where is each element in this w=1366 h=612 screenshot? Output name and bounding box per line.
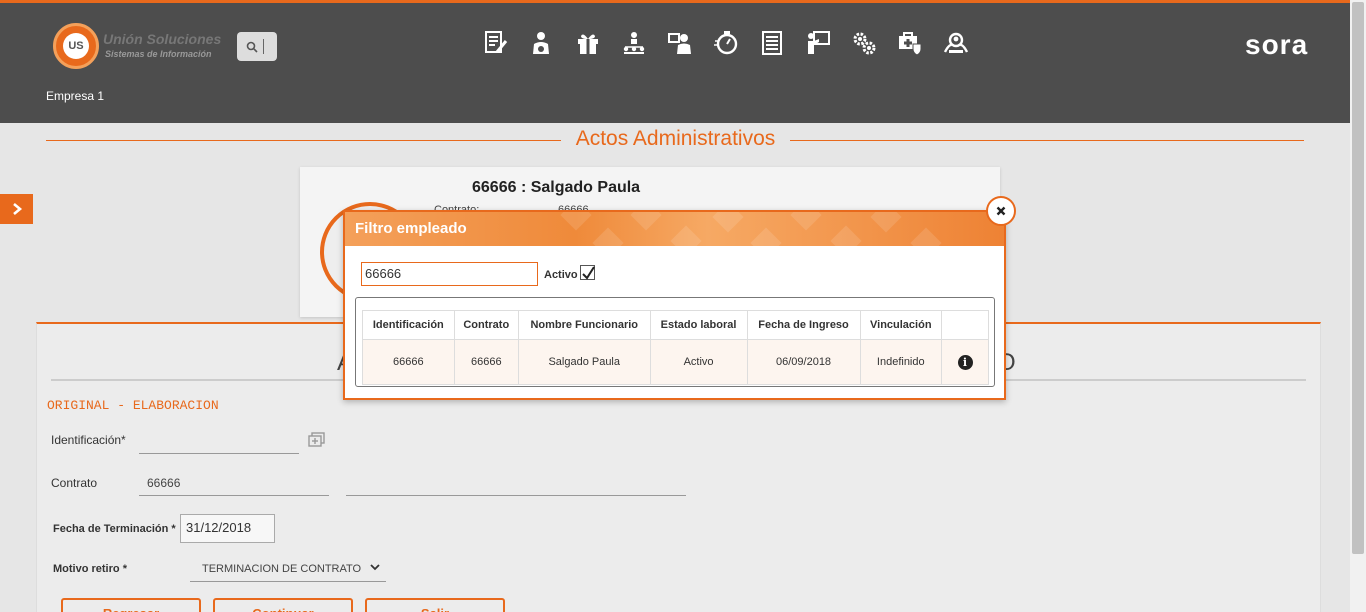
results-table-container: Identificación Contrato Nombre Funcionar… bbox=[355, 297, 995, 387]
col-actions bbox=[941, 310, 989, 340]
required-mark: * bbox=[122, 563, 127, 575]
salir-button[interactable]: Salir bbox=[365, 598, 505, 612]
col-estado-laboral[interactable]: Estado laboral bbox=[649, 310, 748, 340]
list-document-icon[interactable] bbox=[754, 27, 790, 59]
contrato-input[interactable]: 66666 bbox=[147, 476, 180, 490]
contrato-description-underline bbox=[346, 495, 686, 496]
active-checkbox-label: Activo bbox=[544, 269, 578, 281]
chevron-right-icon bbox=[12, 203, 22, 215]
regresar-button[interactable]: Regresar bbox=[61, 598, 201, 612]
fecha-terminacion-input[interactable]: 31/12/2018 bbox=[180, 514, 275, 543]
cell-estado: Activo bbox=[649, 339, 748, 385]
cell-nombre: Salgado Paula bbox=[517, 339, 651, 385]
gift-icon[interactable] bbox=[570, 27, 606, 59]
section-label: ORIGINAL - ELABORACION bbox=[47, 398, 219, 413]
logo-subtitle: Sistemas de Información bbox=[105, 49, 212, 59]
header-search-button[interactable] bbox=[237, 32, 277, 61]
cell-actions: i bbox=[941, 339, 989, 385]
col-identificacion[interactable]: Identificación bbox=[362, 310, 455, 340]
table-row[interactable]: 66666 66666 Salgado Paula Activo 06/09/2… bbox=[362, 339, 989, 385]
employee-search-input[interactable]: 66666 bbox=[361, 262, 538, 286]
fecha-terminacion-label-text: Fecha de Terminación bbox=[53, 523, 169, 535]
col-vinculacion[interactable]: Vinculación bbox=[859, 310, 943, 340]
cell-identificacion: 66666 bbox=[362, 339, 455, 385]
active-checkbox[interactable] bbox=[580, 265, 595, 280]
modal-close-button[interactable] bbox=[986, 196, 1016, 226]
people-search-icon[interactable] bbox=[938, 27, 974, 59]
employee-name: 66666 : Salgado Paula bbox=[472, 179, 641, 196]
employee-filter-modal: Filtro empleado 66666 Activo Identificac… bbox=[343, 210, 1006, 400]
contrato-label: Contrato bbox=[51, 476, 98, 490]
cell-fecha-ingreso: 06/09/2018 bbox=[746, 339, 861, 385]
logo-title: Unión Soluciones bbox=[103, 31, 222, 47]
motivo-retiro-select[interactable]: TERMINACION DE CONTRATO bbox=[190, 556, 386, 582]
document-edit-icon[interactable] bbox=[478, 27, 514, 59]
cell-vinculacion: Indefinido bbox=[859, 339, 943, 385]
chevron-down-icon bbox=[370, 564, 380, 571]
col-nombre-funcionario[interactable]: Nombre Funcionario bbox=[517, 310, 651, 340]
info-icon[interactable]: i bbox=[957, 354, 973, 370]
logo-circle: US bbox=[53, 23, 99, 69]
company-name[interactable]: Empresa 1 bbox=[46, 89, 104, 103]
org-chart-icon[interactable] bbox=[616, 27, 652, 59]
col-fecha-ingreso[interactable]: Fecha de Ingreso bbox=[746, 310, 861, 340]
required-mark: * bbox=[171, 523, 176, 535]
motivo-retiro-value: TERMINACION DE CONTRATO bbox=[202, 563, 362, 575]
table-header-row: Identificación Contrato Nombre Funcionar… bbox=[362, 310, 989, 340]
search-icon bbox=[246, 41, 258, 53]
checkmark-icon bbox=[582, 266, 595, 280]
company-logo[interactable]: US Unión Soluciones Sistemas de Informac… bbox=[53, 23, 233, 73]
modal-title: Filtro empleado bbox=[355, 220, 467, 237]
logo-badge: US bbox=[63, 33, 89, 59]
stopwatch-icon[interactable] bbox=[708, 27, 744, 59]
col-contrato[interactable]: Contrato bbox=[453, 310, 519, 340]
page-title: Actos Administrativos bbox=[575, 127, 776, 150]
modal-header: Filtro empleado bbox=[345, 212, 1004, 246]
employee-results-table: Identificación Contrato Nombre Funcionar… bbox=[362, 310, 989, 385]
motivo-retiro-label: Motivo retiro * bbox=[53, 563, 127, 575]
identificacion-underline bbox=[139, 453, 299, 454]
close-icon bbox=[996, 206, 1006, 216]
title-divider-right bbox=[790, 140, 1304, 141]
title-divider-left bbox=[46, 140, 561, 141]
motivo-retiro-label-text: Motivo retiro bbox=[53, 563, 120, 575]
gears-icon[interactable] bbox=[846, 27, 882, 59]
cell-contrato: 66666 bbox=[453, 339, 519, 385]
identificacion-label: Identificación* bbox=[51, 433, 126, 447]
person-id-icon[interactable] bbox=[662, 27, 698, 59]
brand-text: sora bbox=[1245, 29, 1309, 60]
fecha-terminacion-label: Fecha de Terminación * bbox=[53, 523, 176, 535]
presentation-icon[interactable] bbox=[800, 27, 836, 59]
sidebar-toggle-button[interactable] bbox=[0, 194, 33, 224]
module-toolbar bbox=[478, 27, 974, 59]
brand-logo: sora bbox=[1245, 29, 1308, 61]
scrollbar-thumb[interactable] bbox=[1352, 2, 1364, 554]
medical-shield-icon[interactable] bbox=[892, 27, 928, 59]
person-money-icon[interactable] bbox=[524, 27, 560, 59]
app-header: US Unión Soluciones Sistemas de Informac… bbox=[0, 3, 1350, 123]
contrato-underline bbox=[139, 495, 329, 496]
continuar-button[interactable]: Continuar bbox=[213, 598, 353, 612]
lookup-icon[interactable] bbox=[308, 432, 325, 452]
